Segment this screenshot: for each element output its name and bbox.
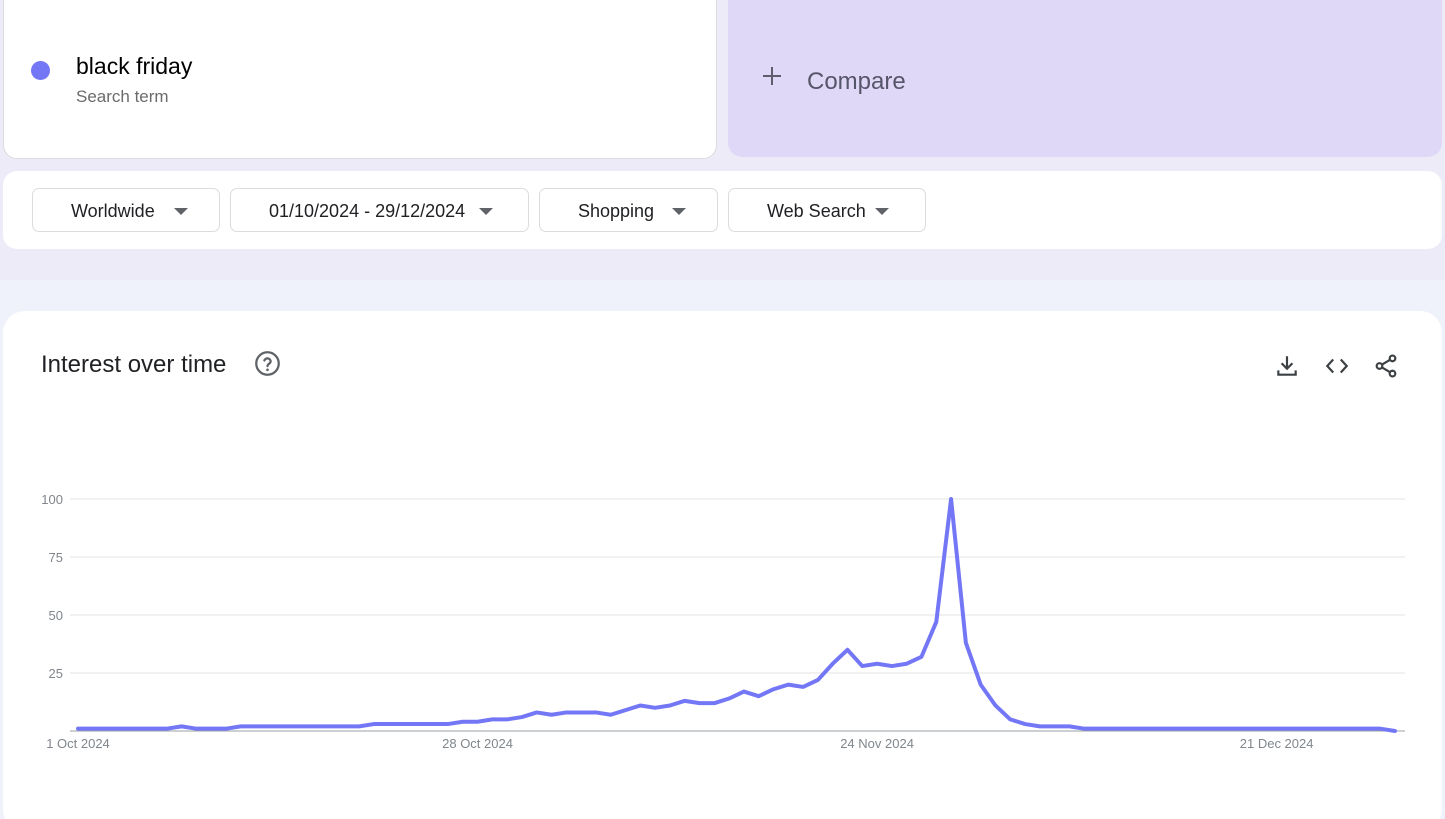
x-tick-label: 1 Oct 2024 (46, 736, 110, 751)
x-tick-label: 21 Dec 2024 (1240, 736, 1314, 751)
interest-chart: 25 50 75 100 1 Oct 2024 28 Oct 2024 24 Nov 20… (41, 492, 1405, 751)
y-tick-label: 100 (41, 492, 63, 507)
x-tick-label: 24 Nov 2024 (840, 736, 914, 751)
chart-y-ticks: 25 50 75 100 (41, 492, 63, 681)
x-tick-label: 28 Oct 2024 (442, 736, 513, 751)
chart-x-ticks: 1 Oct 2024 28 Oct 2024 24 Nov 2024 21 Dec 2… (46, 736, 1313, 751)
y-tick-label: 50 (49, 608, 63, 623)
y-tick-label: 75 (49, 550, 63, 565)
y-tick-label: 25 (49, 666, 63, 681)
